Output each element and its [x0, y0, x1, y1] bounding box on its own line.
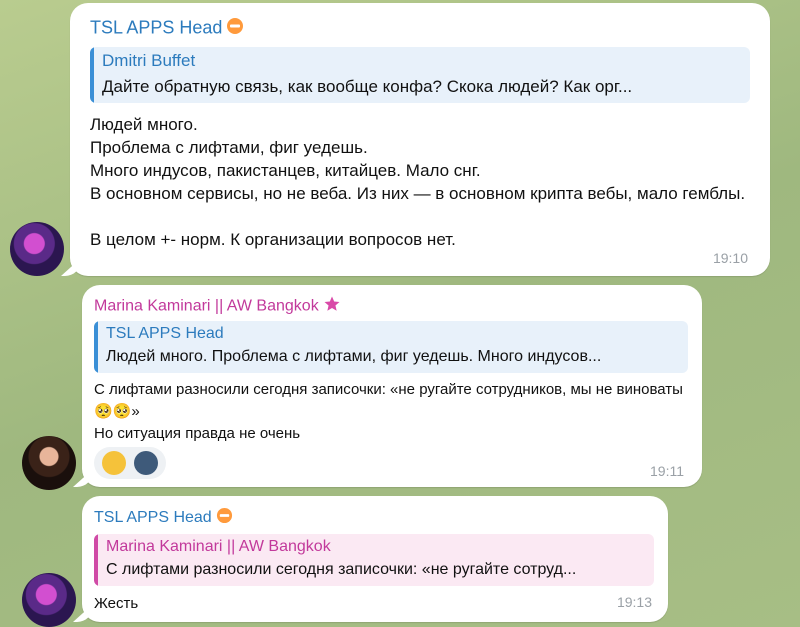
message-text: С лифтами разносили сегодня записочки: «…: [94, 381, 683, 442]
reply-sender: Marina Kaminari || AW Bangkok: [106, 538, 331, 555]
reply-sender: Dmitri Buffet: [102, 51, 196, 70]
technologist-icon[interactable]: [134, 451, 158, 475]
sender-name[interactable]: Marina Kaminari || AW Bangkok: [94, 295, 341, 318]
message-time: 19:10: [712, 250, 748, 266]
avatar-tsl-apps-head[interactable]: [10, 222, 64, 276]
avatar-tsl-apps-head[interactable]: [22, 573, 76, 627]
reply-text: Людей много. Проблема с лифтами, фиг уед…: [106, 348, 602, 365]
message-time: 19:13: [616, 594, 652, 610]
message-text: Жесть: [94, 595, 139, 612]
message-time: 19:11: [650, 463, 684, 479]
message-bubble-3[interactable]: TSL APPS Head Marina Kaminari || AW Bang…: [73, 496, 668, 622]
avatar-marina-kaminari[interactable]: [22, 436, 76, 490]
reply-text: С лифтами разносили сегодня записочки: «…: [106, 561, 577, 578]
reply-text: Дайте обратную связь, как вообще конфа? …: [102, 77, 633, 96]
thinking-face-icon[interactable]: [102, 451, 126, 475]
message-text: Людей много. Проблема с лифтами, фиг уед…: [90, 115, 746, 249]
message-bubble-1[interactable]: TSL APPS Head Dmitri Buffet Дайте обратн…: [61, 3, 770, 276]
reply-quote[interactable]: Dmitri Buffet Дайте обратную связь, как …: [90, 47, 750, 103]
minus-circle-emoji-icon: [226, 17, 244, 40]
sender-name[interactable]: TSL APPS Head: [90, 17, 244, 40]
reply-quote[interactable]: Marina Kaminari || AW Bangkok С лифтами …: [94, 534, 654, 586]
message-bubble-2[interactable]: Marina Kaminari || AW Bangkok TSL APPS H…: [73, 285, 702, 487]
star-icon: [323, 295, 341, 318]
minus-circle-emoji-icon: [216, 507, 233, 529]
reactions[interactable]: [94, 447, 166, 479]
sender-name[interactable]: TSL APPS Head: [94, 507, 233, 529]
reply-sender: TSL APPS Head: [106, 325, 224, 342]
reply-quote[interactable]: TSL APPS Head Людей много. Проблема с ли…: [94, 321, 688, 373]
